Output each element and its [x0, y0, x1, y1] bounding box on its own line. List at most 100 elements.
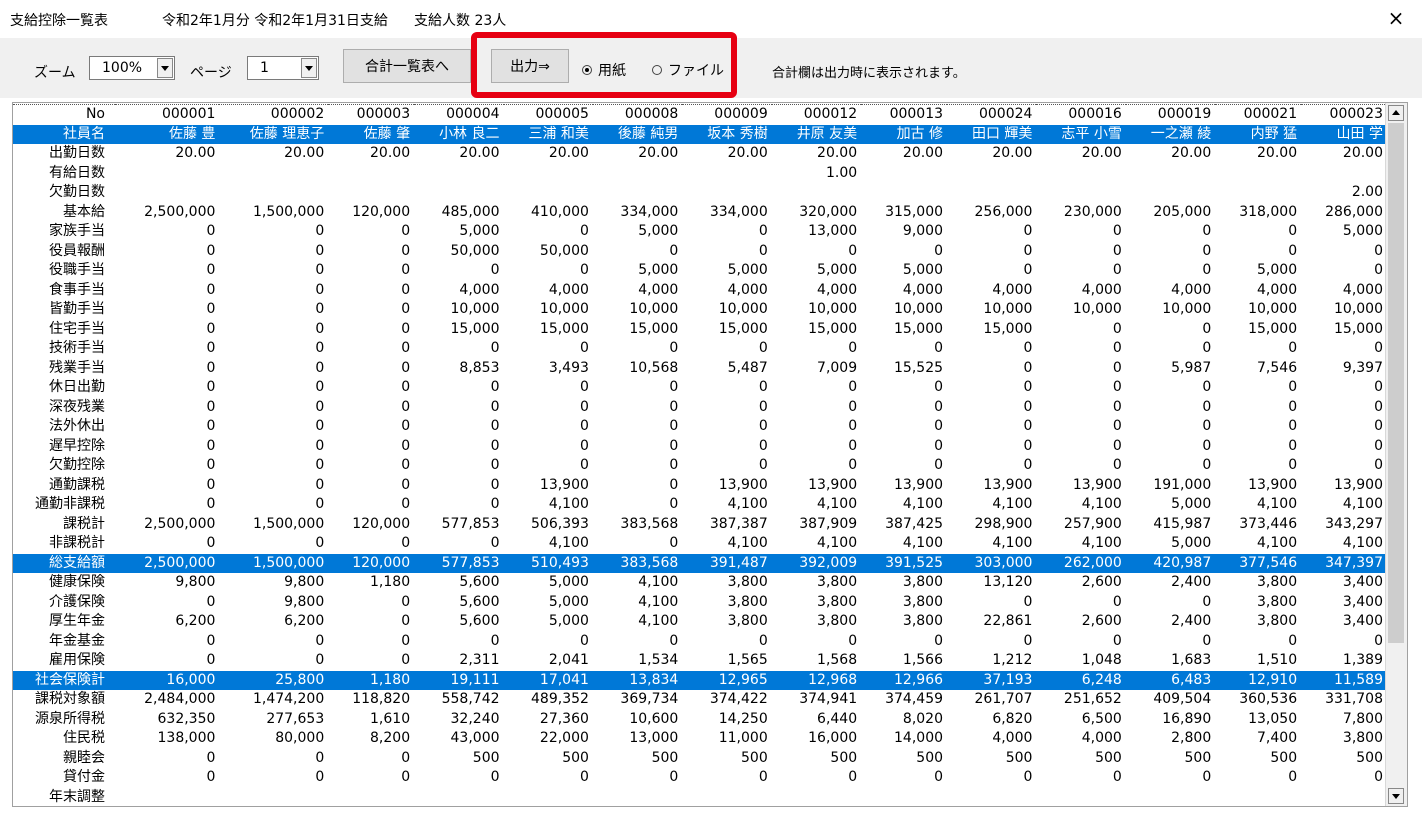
table-cell[interactable]: 0 [328, 632, 414, 652]
table-cell[interactable]: 0 [947, 339, 1036, 359]
table-cell[interactable]: 0 [1126, 632, 1215, 652]
table-cell[interactable]: 369,734 [593, 690, 682, 710]
table-cell[interactable]: 0 [947, 632, 1036, 652]
table-cell[interactable] [219, 164, 328, 184]
table-cell[interactable]: 9,800 [219, 573, 328, 593]
table-cell[interactable]: 360,536 [1215, 690, 1301, 710]
table-cell[interactable]: 1.00 [772, 164, 861, 184]
table-cell[interactable]: 500 [1215, 749, 1301, 769]
table-cell[interactable]: 0 [1301, 261, 1387, 281]
table-cell[interactable]: 20.00 [414, 144, 503, 164]
table-cell[interactable]: 0 [593, 768, 682, 788]
scroll-up-icon[interactable] [1388, 105, 1404, 121]
table-cell[interactable]: 391,525 [861, 553, 948, 573]
table-cell[interactable]: 000023 [1301, 104, 1387, 125]
table-cell[interactable]: 0 [414, 398, 503, 418]
table-cell[interactable] [861, 183, 947, 203]
table-cell[interactable]: 志平 小雪 [1036, 124, 1126, 144]
table-cell[interactable]: 500 [504, 749, 593, 769]
table-cell[interactable]: 4,000 [1301, 281, 1387, 301]
table-cell[interactable]: 9,800 [115, 573, 219, 593]
table-cell[interactable]: 0 [115, 320, 219, 340]
table-cell[interactable]: 0 [504, 768, 593, 788]
table-cell[interactable]: 387,387 [682, 515, 771, 535]
table-cell[interactable]: 374,941 [772, 690, 861, 710]
table-cell[interactable]: 0 [861, 768, 947, 788]
table-cell[interactable]: 3,800 [772, 593, 861, 613]
table-cell[interactable]: 0 [1215, 339, 1301, 359]
table-cell[interactable]: 0 [328, 222, 414, 242]
table-cell[interactable]: 0 [115, 222, 219, 242]
table-cell[interactable]: 6,440 [772, 710, 861, 730]
table-cell[interactable] [682, 183, 771, 203]
table-cell[interactable] [772, 183, 861, 203]
table-cell[interactable]: 0 [1301, 242, 1387, 262]
table-cell[interactable]: 1,500,000 [219, 203, 328, 223]
table-cell[interactable] [682, 164, 771, 184]
table-cell[interactable]: 0 [947, 768, 1036, 788]
table-cell[interactable] [219, 183, 328, 203]
table-cell[interactable]: 1,568 [772, 651, 861, 671]
table-cell[interactable]: 374,422 [682, 690, 771, 710]
table-cell[interactable]: 0 [947, 593, 1036, 613]
table-cell[interactable]: 6,200 [115, 612, 219, 632]
table-cell[interactable]: 13,900 [1215, 476, 1301, 496]
table-cell[interactable]: 000016 [1036, 104, 1126, 125]
table-cell[interactable]: 20.00 [593, 144, 682, 164]
table-cell[interactable] [504, 183, 593, 203]
table-cell[interactable]: 4,100 [504, 534, 593, 554]
table-cell[interactable]: 5,987 [1126, 359, 1215, 379]
table-cell[interactable]: 0 [593, 632, 682, 652]
table-cell[interactable]: 佐藤 豊 [115, 124, 220, 144]
table-cell[interactable]: 0 [115, 281, 219, 301]
table-cell[interactable]: 3,800 [861, 612, 947, 632]
table-cell[interactable]: 4,000 [593, 281, 682, 301]
table-cell[interactable]: 0 [219, 495, 328, 515]
table-cell[interactable]: 5,000 [772, 261, 861, 281]
table-cell[interactable]: 0 [504, 417, 593, 437]
table-cell[interactable]: 500 [947, 749, 1036, 769]
table-cell[interactable]: 12,968 [771, 670, 862, 690]
table-cell[interactable]: 0 [1036, 398, 1125, 418]
table-cell[interactable]: 12,910 [1215, 670, 1302, 690]
table-cell[interactable]: 0 [115, 398, 219, 418]
table-cell[interactable]: 0 [504, 632, 593, 652]
table-cell[interactable]: 0 [219, 398, 328, 418]
table-cell[interactable]: 0 [861, 242, 947, 262]
table-cell[interactable]: 10,568 [593, 359, 682, 379]
table-cell[interactable]: 0 [219, 339, 328, 359]
table-cell[interactable]: 5,600 [414, 573, 503, 593]
table-cell[interactable]: 0 [328, 281, 414, 301]
table-cell[interactable]: 0 [1215, 222, 1301, 242]
table-cell[interactable]: 0 [115, 339, 219, 359]
table-cell[interactable] [328, 788, 414, 807]
table-cell[interactable]: 13,900 [861, 476, 947, 496]
table-cell[interactable]: 22,000 [504, 729, 593, 749]
table-cell[interactable]: 0 [1036, 437, 1125, 457]
table-cell[interactable]: 0 [328, 495, 414, 515]
table-cell[interactable] [328, 164, 414, 184]
table-cell[interactable]: 577,853 [414, 515, 503, 535]
table-cell[interactable]: 11,589 [1301, 670, 1387, 690]
table-cell[interactable]: 500 [1301, 749, 1387, 769]
table-cell[interactable]: 20.00 [115, 144, 219, 164]
page-select[interactable]: 1 [247, 56, 319, 80]
table-cell[interactable]: 0 [414, 437, 503, 457]
table-cell[interactable]: 20.00 [1036, 144, 1125, 164]
table-cell[interactable]: 8,020 [861, 710, 947, 730]
table-cell[interactable]: 0 [682, 437, 771, 457]
table-cell[interactable]: 0 [219, 242, 328, 262]
table-cell[interactable]: 0 [1215, 417, 1301, 437]
table-cell[interactable]: 2,600 [1036, 573, 1125, 593]
table-cell[interactable]: 5,000 [504, 593, 593, 613]
table-cell[interactable]: 8,853 [414, 359, 503, 379]
table-cell[interactable]: 20.00 [504, 144, 593, 164]
table-cell[interactable]: 256,000 [947, 203, 1036, 223]
table-cell[interactable] [861, 164, 947, 184]
table-cell[interactable]: 0 [682, 242, 771, 262]
table-cell[interactable]: 000008 [592, 104, 683, 125]
table-cell[interactable]: 000009 [682, 104, 772, 125]
table-cell[interactable] [1215, 183, 1301, 203]
table-cell[interactable]: 0 [1036, 593, 1125, 613]
table-cell[interactable]: 15,000 [861, 320, 947, 340]
